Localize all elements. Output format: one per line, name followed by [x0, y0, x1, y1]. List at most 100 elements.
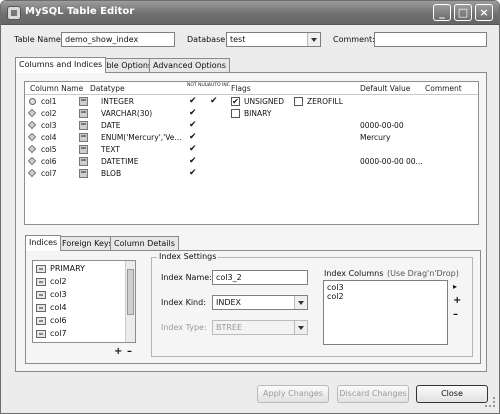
- tab-indices[interactable]: Indices: [25, 235, 62, 251]
- index-columns-list[interactable]: col3 col2: [323, 280, 448, 345]
- table-row[interactable]: col3 DATE ✔ 0000-00-00: [25, 120, 478, 131]
- column-datatype: DATETIME: [101, 157, 139, 166]
- list-item[interactable]: col3: [327, 283, 444, 292]
- indices-list[interactable]: PRIMARY col2 col3 col4 col6 col7: [32, 260, 136, 343]
- index-icon: [36, 304, 46, 312]
- not-null-check-icon[interactable]: ✔: [189, 96, 197, 107]
- datatype-icon: [79, 133, 88, 142]
- window-title: MySQL Table Editor: [25, 6, 135, 17]
- zerofill-label: ZEROFILL: [307, 97, 343, 106]
- column-icon: [27, 108, 37, 118]
- chevron-down-icon[interactable]: [294, 321, 307, 334]
- scroll-thumb[interactable]: [127, 269, 134, 315]
- discard-changes-button[interactable]: Discard Changes: [337, 385, 409, 403]
- unsigned-label: UNSIGNED: [244, 97, 285, 106]
- auto-inc-check-icon[interactable]: ✔: [210, 96, 218, 107]
- binary-checkbox[interactable]: [231, 109, 240, 118]
- close-window-button[interactable]: ×: [475, 4, 493, 21]
- column-name: col6: [41, 157, 57, 166]
- unsigned-checkbox[interactable]: ✔: [231, 97, 240, 106]
- not-null-check-icon[interactable]: ✔: [189, 120, 197, 131]
- remove-index-icon[interactable]: –: [127, 347, 132, 357]
- index-icon: [36, 317, 46, 325]
- column-name: col4: [41, 133, 57, 142]
- tab-foreign-keys[interactable]: Foreign Keys: [58, 236, 117, 251]
- index-settings-legend: Index Settings: [157, 252, 219, 261]
- column-default-value: 0000-00-00 00...: [360, 157, 423, 166]
- table-row[interactable]: col1 INTEGER ✔ ✔ ✔ UNSIGNED ZEROFILL: [25, 96, 478, 107]
- column-datatype: DATE: [101, 121, 121, 130]
- header-datatype[interactable]: Datatype: [90, 84, 125, 93]
- tab-columns-and-indices[interactable]: Columns and Indices: [15, 57, 107, 73]
- header-auto-inc[interactable]: AUTO INC: [208, 83, 230, 89]
- not-null-check-icon[interactable]: ✔: [189, 144, 197, 155]
- maximize-button[interactable]: □: [454, 4, 472, 21]
- index-type-value: BTREE: [216, 323, 243, 332]
- index-kind-label: Index Kind:: [161, 298, 206, 307]
- index-type-label: Index Type:: [161, 323, 207, 332]
- column-datatype: TEXT: [101, 145, 120, 154]
- not-null-check-icon[interactable]: ✔: [189, 156, 197, 167]
- index-icon: [36, 291, 46, 299]
- remove-column-icon[interactable]: –: [453, 310, 458, 320]
- index-kind-value: INDEX: [216, 298, 242, 307]
- list-item[interactable]: col7: [33, 328, 125, 340]
- chevron-down-icon[interactable]: [307, 33, 320, 46]
- header-column-name[interactable]: Column Name: [30, 84, 83, 93]
- table-name-label: Table Name:: [14, 35, 64, 44]
- not-null-check-icon[interactable]: ✔: [189, 132, 197, 143]
- list-item[interactable]: PRIMARY: [33, 263, 125, 275]
- database-select[interactable]: test: [226, 32, 321, 47]
- index-type-select[interactable]: BTREE: [212, 320, 308, 335]
- title-bar[interactable]: MySQL Table Editor _ □ ×: [1, 1, 499, 25]
- close-button[interactable]: Close: [416, 385, 488, 403]
- column-name: col7: [41, 169, 57, 178]
- comment-input[interactable]: [374, 32, 487, 47]
- chevron-down-icon[interactable]: [294, 296, 307, 309]
- index-name-input[interactable]: col3_2: [212, 270, 308, 285]
- list-item[interactable]: col4: [33, 302, 125, 314]
- columns-grid: Column Name Datatype NOT NULL AUTO INC F…: [24, 81, 479, 225]
- column-name: col2: [41, 109, 57, 118]
- resize-grip[interactable]: [485, 397, 495, 407]
- header-flags[interactable]: Flags: [231, 84, 251, 93]
- column-datatype: BLOB: [101, 169, 122, 178]
- table-row[interactable]: col5 TEXT ✔: [25, 144, 478, 155]
- grid-header-divider: [25, 94, 478, 95]
- primary-key-icon: [29, 98, 36, 105]
- index-kind-select[interactable]: INDEX: [212, 295, 308, 310]
- tab-advanced-options[interactable]: Advanced Options: [149, 58, 230, 73]
- list-item[interactable]: col2: [33, 276, 125, 288]
- app-icon: [7, 6, 21, 20]
- column-icon: [27, 156, 37, 166]
- add-column-icon[interactable]: +: [453, 296, 461, 306]
- column-icon: [27, 168, 37, 178]
- header-default-value[interactable]: Default Value: [360, 84, 410, 93]
- add-index-icon[interactable]: +: [114, 347, 122, 357]
- column-name: col1: [41, 97, 57, 106]
- tab-column-details[interactable]: Column Details: [110, 236, 179, 251]
- indices-scrollbar[interactable]: [125, 261, 135, 342]
- table-row[interactable]: col2 VARCHAR(30) ✔ BINARY: [25, 108, 478, 119]
- table-row[interactable]: col6 DATETIME ✔ 0000-00-00 00...: [25, 156, 478, 167]
- table-name-input[interactable]: demo_show_index: [61, 32, 175, 47]
- list-item[interactable]: col6: [33, 315, 125, 327]
- header-not-null[interactable]: NOT NULL: [187, 83, 210, 89]
- column-datatype: ENUM('Mercury','Ve...: [101, 133, 182, 142]
- table-row[interactable]: col7 BLOB ✔: [25, 168, 478, 179]
- list-item[interactable]: col2: [327, 292, 444, 301]
- database-value: test: [230, 35, 246, 44]
- index-name-label: Index Name:: [161, 273, 212, 282]
- binary-label: BINARY: [244, 109, 272, 118]
- column-icon: [27, 132, 37, 142]
- apply-changes-button[interactable]: Apply Changes: [257, 385, 329, 403]
- not-null-check-icon[interactable]: ✔: [189, 168, 197, 179]
- datatype-icon: [79, 169, 88, 178]
- header-comment[interactable]: Comment: [425, 84, 462, 93]
- zerofill-checkbox[interactable]: [294, 97, 303, 106]
- minimize-button[interactable]: _: [433, 4, 451, 21]
- list-item[interactable]: col3: [33, 289, 125, 301]
- not-null-check-icon[interactable]: ✔: [189, 108, 197, 119]
- move-column-icon[interactable]: ▸: [453, 282, 457, 292]
- table-row[interactable]: col4 ENUM('Mercury','Ve... ✔ Mercury: [25, 132, 478, 143]
